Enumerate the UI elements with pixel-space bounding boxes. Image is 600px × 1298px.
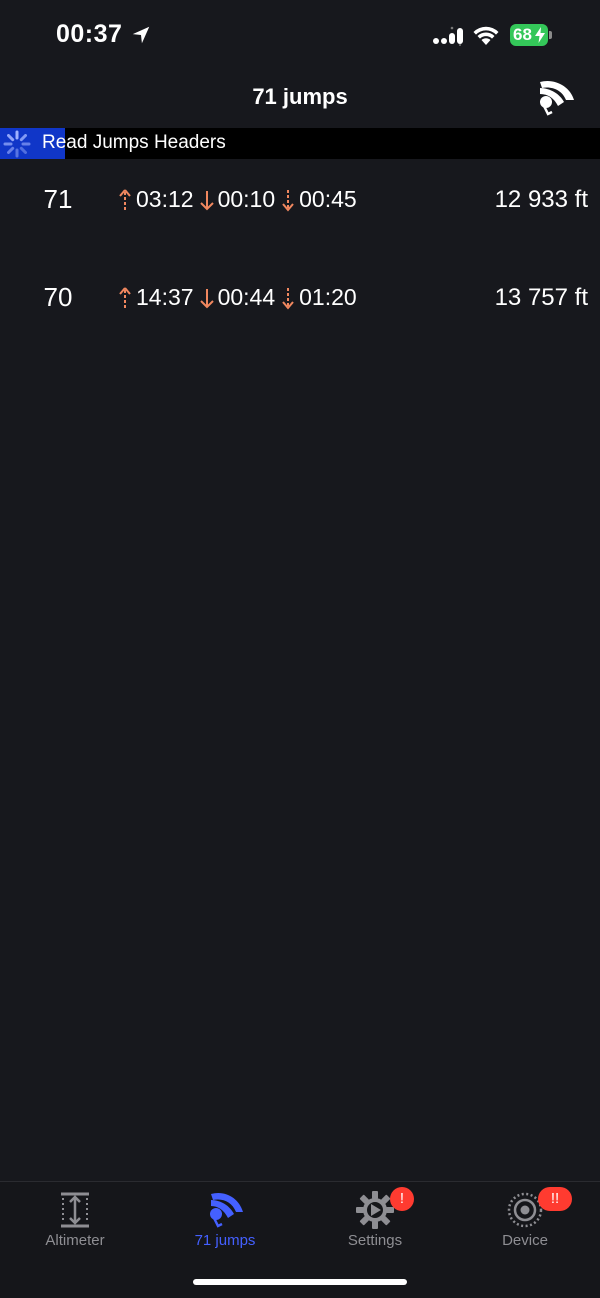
device-badge: !! (538, 1187, 572, 1211)
climb-arrow-icon (119, 286, 131, 308)
gear-icon (356, 1191, 394, 1229)
status-time: 00:37 (56, 20, 123, 48)
canopy-time: 00:45 (299, 186, 357, 212)
jump-times: 14:37 00:44 01:20 (118, 284, 357, 311)
page-title: 71 jumps (252, 84, 348, 109)
battery-tip (549, 31, 552, 39)
canopy-arrow-icon (282, 287, 294, 310)
canopy-time: 01:20 (299, 284, 357, 310)
tab-label: Altimeter (45, 1232, 105, 1249)
canopy-icon (210, 1192, 243, 1228)
charging-bolt-icon (535, 27, 545, 43)
status-bar: 00:37 68 (0, 0, 600, 72)
tab-label: 71 jumps (194, 1232, 256, 1249)
freefall-time: 00:44 (217, 284, 276, 310)
freefall-arrow-icon (199, 288, 214, 308)
home-indicator (193, 1279, 407, 1285)
tab-label: Device (502, 1232, 548, 1249)
cellular-signal-icon (433, 26, 463, 46)
progress-label: Read Jumps Headers (42, 132, 226, 153)
tab-jumps[interactable]: 71 jumps (150, 1182, 300, 1262)
jump-list: 71 03:12 00:10 00:45 12 933 ft 70 14:37 … (0, 162, 600, 358)
jump-number: 70 (43, 282, 73, 312)
battery-level: 68 (513, 25, 532, 44)
freefall-arrow-icon (199, 190, 214, 210)
jump-number: 71 (43, 184, 73, 214)
jump-row[interactable]: 70 14:37 00:44 01:20 13 757 ft (0, 260, 600, 358)
location-arrow-icon (132, 26, 150, 44)
climb-arrow-icon (119, 188, 131, 210)
tab-device[interactable]: !! Device (450, 1182, 600, 1262)
canopy-arrow-icon (282, 189, 294, 212)
spinner-icon (3, 130, 31, 158)
tab-settings[interactable]: ! Settings (300, 1182, 450, 1262)
jump-row[interactable]: 71 03:12 00:10 00:45 12 933 ft (0, 162, 600, 260)
climb-time: 14:37 (136, 284, 194, 310)
battery-indicator: 68 (510, 24, 548, 46)
jump-times: 03:12 00:10 00:45 (118, 186, 357, 213)
jump-altitude: 12 933 ft (494, 186, 588, 213)
tab-altimeter[interactable]: Altimeter (0, 1182, 150, 1262)
screen: 00:37 68 71 jumps Read Jumps Headers 71 … (0, 0, 600, 1298)
jump-altitude: 13 757 ft (494, 284, 588, 311)
tab-label: Settings (347, 1232, 403, 1249)
freefall-time: 00:10 (217, 186, 276, 212)
altimeter-icon (61, 1192, 89, 1228)
wifi-icon (473, 26, 499, 45)
settings-badge: ! (390, 1187, 414, 1211)
progress-banner: Read Jumps Headers (0, 128, 600, 159)
climb-time: 03:12 (136, 186, 194, 212)
canopy-icon[interactable] (534, 78, 576, 118)
